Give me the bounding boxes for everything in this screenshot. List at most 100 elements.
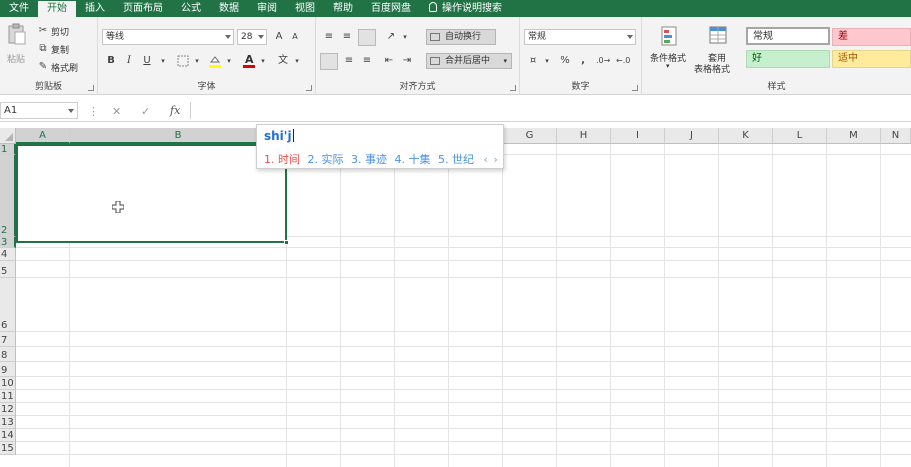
- font-launcher-icon[interactable]: [306, 85, 312, 91]
- column-header-k[interactable]: K: [719, 128, 773, 144]
- column-header-h[interactable]: H: [557, 128, 611, 144]
- formula-input[interactable]: [190, 102, 911, 119]
- grow-font-button[interactable]: A: [272, 30, 286, 44]
- select-all-corner[interactable]: [0, 128, 16, 144]
- style-neutral[interactable]: 适中: [832, 50, 911, 68]
- ime-next-page-icon[interactable]: ›: [493, 153, 497, 166]
- row-header-2[interactable]: 2: [0, 155, 16, 237]
- paste-button[interactable]: 粘贴: [5, 23, 29, 65]
- align-middle-icon[interactable]: ≡: [340, 30, 354, 44]
- underline-dropdown-icon[interactable]: ▾: [156, 54, 170, 68]
- font-name-combo[interactable]: 等线: [102, 29, 234, 45]
- fill-color-dropdown-icon[interactable]: ▾: [222, 54, 236, 68]
- row-header-14[interactable]: 14: [0, 429, 16, 442]
- tab-home[interactable]: 开始: [38, 1, 76, 17]
- italic-button[interactable]: I: [122, 54, 136, 68]
- column-header-b[interactable]: B: [70, 128, 287, 144]
- column-header-m[interactable]: M: [827, 128, 881, 144]
- cut-button[interactable]: ✂ 剪切: [36, 25, 82, 38]
- orientation-icon[interactable]: ↗: [384, 30, 398, 44]
- comma-button[interactable]: ,: [576, 54, 590, 68]
- row-header-7[interactable]: 7: [0, 332, 16, 347]
- selected-range[interactable]: [16, 144, 287, 243]
- ime-candidate[interactable]: 4. 十集: [395, 153, 431, 166]
- borders-icon[interactable]: [176, 54, 190, 68]
- tab-page-layout[interactable]: 页面布局: [114, 0, 172, 17]
- name-box[interactable]: A1: [0, 102, 78, 119]
- orientation-dropdown-icon[interactable]: ▾: [398, 30, 412, 44]
- bold-button[interactable]: B: [104, 54, 118, 68]
- tab-data[interactable]: 数据: [210, 0, 248, 17]
- decrease-indent-icon[interactable]: ⇤: [382, 54, 396, 68]
- increase-decimal-icon[interactable]: .0→: [596, 54, 610, 68]
- row-header-1[interactable]: 1: [0, 144, 16, 155]
- alignment-launcher-icon[interactable]: [510, 85, 516, 91]
- insert-function-icon[interactable]: fx: [170, 104, 180, 117]
- decrease-decimal-icon[interactable]: ←.0: [616, 54, 630, 68]
- merge-dropdown-icon[interactable]: ▾: [503, 54, 507, 68]
- column-header-a[interactable]: A: [16, 128, 70, 144]
- currency-icon[interactable]: ¤: [526, 54, 540, 68]
- font-size-combo[interactable]: 28: [237, 29, 267, 45]
- number-launcher-icon[interactable]: [632, 85, 638, 91]
- column-header-l[interactable]: L: [773, 128, 827, 144]
- currency-dropdown-icon[interactable]: ▾: [540, 54, 554, 68]
- align-top-icon[interactable]: ≡: [322, 30, 336, 44]
- wrap-text-button[interactable]: 自动换行: [426, 29, 496, 45]
- style-bad[interactable]: 差: [832, 28, 911, 46]
- percent-button[interactable]: %: [558, 54, 572, 68]
- row-header-5[interactable]: 5: [0, 261, 16, 278]
- align-bottom-icon[interactable]: [358, 29, 376, 46]
- tab-baidu-netdisk[interactable]: 百度网盘: [362, 0, 420, 17]
- shrink-font-button[interactable]: A: [288, 30, 302, 44]
- row-header-9[interactable]: 9: [0, 362, 16, 377]
- row-header-12[interactable]: 12: [0, 403, 16, 416]
- row-header-6[interactable]: 6: [0, 278, 16, 332]
- row-header-3[interactable]: 3: [0, 237, 16, 248]
- cancel-icon[interactable]: ✕: [112, 105, 121, 118]
- ime-prev-page-icon[interactable]: ‹: [484, 153, 488, 166]
- column-header-n[interactable]: N: [881, 128, 911, 144]
- tab-view[interactable]: 视图: [286, 0, 324, 17]
- fill-color-icon[interactable]: [208, 54, 222, 68]
- number-format-combo[interactable]: 常规: [524, 29, 636, 45]
- align-center-icon[interactable]: ≡: [342, 54, 356, 68]
- column-header-j[interactable]: J: [665, 128, 719, 144]
- font-color-dropdown-icon[interactable]: ▾: [256, 54, 270, 68]
- conditional-formatting-button[interactable]: 条件格式 ▾: [648, 25, 692, 73]
- ime-candidate[interactable]: 5. 世纪: [438, 153, 474, 166]
- row-header-11[interactable]: 11: [0, 390, 16, 403]
- ime-candidate[interactable]: 3. 事迹: [351, 153, 387, 166]
- row-header-10[interactable]: 10: [0, 377, 16, 390]
- increase-indent-icon[interactable]: ⇥: [400, 54, 414, 68]
- font-color-button[interactable]: A: [242, 53, 256, 68]
- underline-button[interactable]: U: [140, 54, 154, 68]
- format-as-table-button[interactable]: 套用 表格格式: [694, 25, 740, 77]
- style-normal[interactable]: 常规: [746, 27, 830, 45]
- enter-icon[interactable]: ✓: [141, 105, 150, 118]
- row-header-8[interactable]: 8: [0, 347, 16, 362]
- phonetic-icon[interactable]: 文: [276, 54, 290, 68]
- clipboard-launcher-icon[interactable]: [88, 85, 94, 91]
- tab-insert[interactable]: 插入: [76, 0, 114, 17]
- merge-center-button[interactable]: 合并后居中 ▾: [426, 53, 512, 69]
- column-header-g[interactable]: G: [503, 128, 557, 144]
- format-painter-button[interactable]: ✎ 格式刷: [36, 61, 92, 74]
- column-header-i[interactable]: I: [611, 128, 665, 144]
- align-left-icon[interactable]: [320, 53, 338, 70]
- tab-review[interactable]: 审阅: [248, 0, 286, 17]
- tab-formulas[interactable]: 公式: [172, 0, 210, 17]
- tell-me-search[interactable]: 操作说明搜索: [420, 0, 511, 17]
- row-header-13[interactable]: 13: [0, 416, 16, 429]
- tab-help[interactable]: 帮助: [324, 0, 362, 17]
- tab-file[interactable]: 文件: [0, 0, 38, 17]
- fill-handle[interactable]: [284, 240, 289, 245]
- style-good[interactable]: 好: [746, 50, 830, 68]
- row-header-4[interactable]: 4: [0, 248, 16, 261]
- ime-candidate[interactable]: 2. 实际: [308, 153, 344, 166]
- copy-button[interactable]: ⧉ 复制: [36, 43, 92, 56]
- row-header-15[interactable]: 15: [0, 442, 16, 455]
- borders-dropdown-icon[interactable]: ▾: [190, 54, 204, 68]
- align-right-icon[interactable]: ≡: [360, 54, 374, 68]
- phonetic-dropdown-icon[interactable]: ▾: [290, 54, 304, 68]
